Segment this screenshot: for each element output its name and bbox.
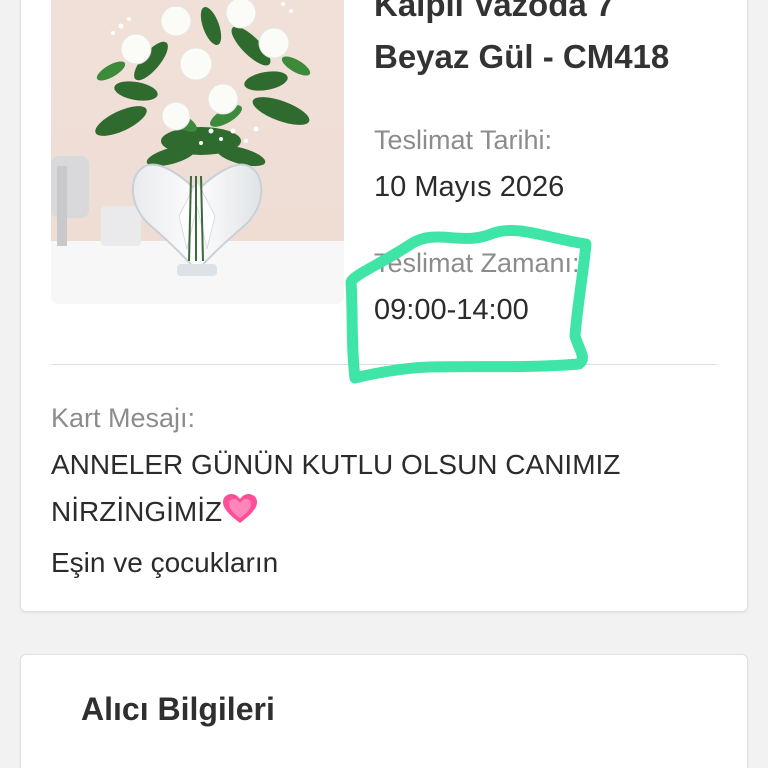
- section-divider: [51, 364, 717, 365]
- product-photo-roses: [51, 0, 344, 304]
- card-message-line2: NİRZİNGİMİZ: [51, 496, 223, 527]
- recipient-section-title: Alıcı Bilgileri: [81, 691, 275, 727]
- product-title-line1: Kalpli Vazoda 7: [374, 0, 615, 23]
- growing-heart-icon: [222, 492, 258, 539]
- card-message-text: ANNELER GÜNÜN KUTLU OLSUN CANIMIZ NİRZİN…: [51, 441, 731, 586]
- page: Kalpli Vazoda 7 Beyaz Gül - CM418 Teslim…: [0, 0, 768, 768]
- order-item-card: Kalpli Vazoda 7 Beyaz Gül - CM418 Teslim…: [20, 0, 748, 612]
- card-message-label: Kart Mesajı:: [51, 403, 196, 433]
- card-message-line1: ANNELER GÜNÜN KUTLU OLSUN CANIMIZ: [51, 449, 621, 480]
- recipient-info-card: Alıcı Bilgileri: [20, 654, 748, 768]
- card-message-line3: Eşin ve çocukların: [51, 547, 279, 578]
- delivery-time-value: 09:00-14:00: [374, 294, 529, 326]
- delivery-date-value: 10 Mayıs 2026: [374, 171, 565, 203]
- product-title-line2: Beyaz Gül - CM418: [374, 38, 670, 75]
- product-image[interactable]: [51, 0, 344, 304]
- product-title[interactable]: Kalpli Vazoda 7 Beyaz Gül - CM418: [374, 0, 734, 83]
- delivery-date-label: Teslimat Tarihi:: [374, 125, 553, 155]
- delivery-time-label: Teslimat Zamanı:: [374, 248, 580, 278]
